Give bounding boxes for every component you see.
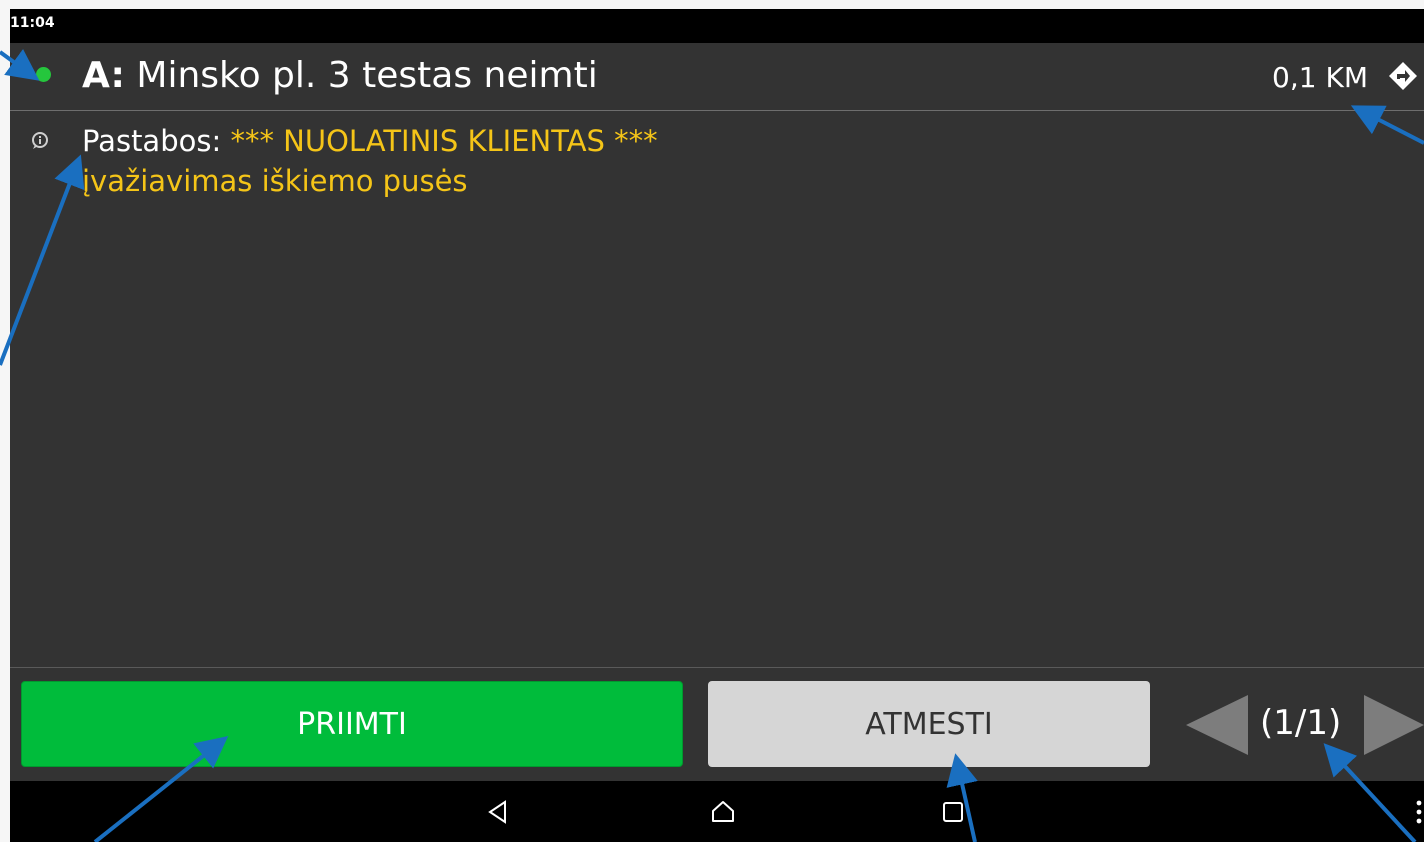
app-screen: 11:04 A: Minsko pl. 3 testas neimti 0,1 … [10,9,1424,842]
info-icon [32,132,48,149]
back-triangle-icon[interactable] [485,799,511,825]
accept-label: PRIIMTI [297,706,407,742]
pickup-address-text: Minsko pl. 3 testas neimti [136,55,598,96]
order-header: A: Minsko pl. 3 testas neimti 0,1 KM [10,43,1424,111]
reject-button[interactable]: ATMESTI [708,681,1150,767]
notes-line-1: Pastabos: *** NUOLATINIS KLIENTAS *** [82,121,658,161]
square-icon[interactable] [940,799,966,825]
reject-label: ATMESTI [865,706,993,742]
home-icon[interactable] [710,799,736,825]
notes-text-2: įvažiavimas iškiemo pusės [82,164,468,198]
status-bar: 11:04 [10,9,1424,43]
pickup-label: A: [82,55,125,96]
notes-title: Pastabos: [82,124,222,158]
divider [10,667,1424,668]
system-nav-bar [10,781,1424,842]
triangle-left-icon[interactable] [1186,695,1248,755]
accept-button[interactable]: PRIIMTI [21,681,683,767]
distance-text: 0,1 KM [1272,61,1368,94]
pickup-address: A: Minsko pl. 3 testas neimti [82,55,598,96]
navigation-diamond-icon[interactable] [1388,61,1418,91]
triangle-right-icon[interactable] [1364,695,1424,755]
status-time: 11:04 [10,15,55,31]
pager-text: (1/1) [1260,703,1342,743]
green-dot-icon [36,67,51,82]
notes-text-1: *** NUOLATINIS KLIENTAS *** [230,124,658,158]
overflow-menu-icon[interactable] [1414,799,1424,825]
